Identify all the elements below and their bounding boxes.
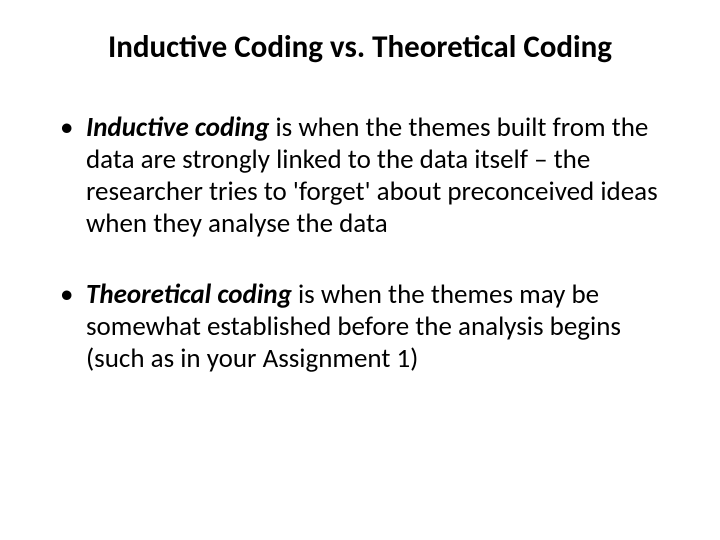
bullet-list: Inductive coding is when the themes buil… <box>50 112 670 375</box>
term-theoretical: Theoretical coding <box>86 278 292 311</box>
slide: Inductive Coding vs. Theoretical Coding … <box>0 0 720 540</box>
list-item: Theoretical coding is when the themes ma… <box>60 279 660 375</box>
term-inductive: Inductive coding <box>86 111 269 144</box>
list-item: Inductive coding is when the themes buil… <box>60 112 660 239</box>
slide-title: Inductive Coding vs. Theoretical Coding <box>50 28 670 66</box>
